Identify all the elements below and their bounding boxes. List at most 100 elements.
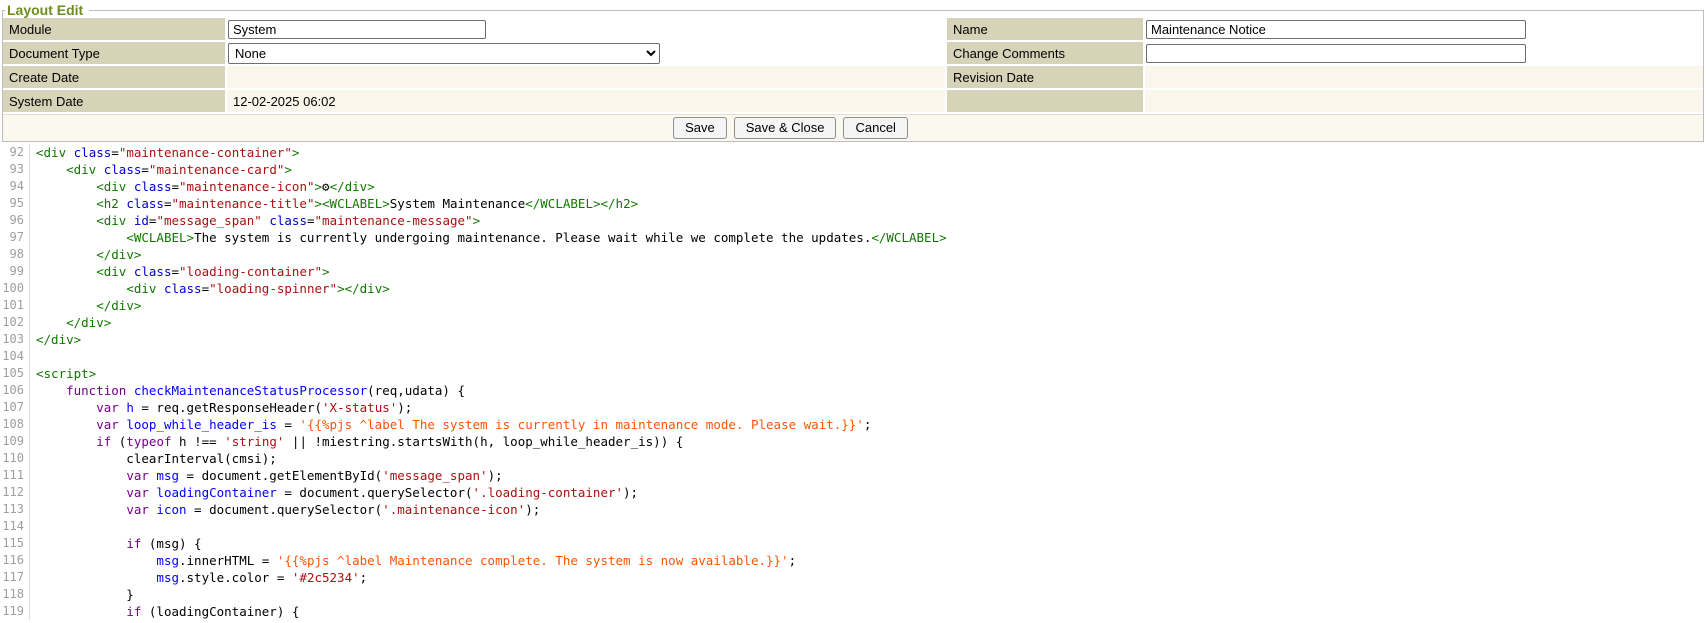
line-number: 100 bbox=[0, 280, 30, 297]
revision-date-label: Revision Date bbox=[947, 66, 1143, 88]
empty-value-cell bbox=[1145, 90, 1703, 112]
line-number: 92 bbox=[0, 144, 30, 161]
code-line[interactable]: 92<div class="maintenance-container"> bbox=[0, 144, 1706, 161]
code-line[interactable]: 116 msg.innerHTML = '{{%pjs ^label Maint… bbox=[0, 552, 1706, 569]
code-content: <div class="maintenance-container"> bbox=[30, 144, 299, 161]
line-number: 114 bbox=[0, 518, 30, 535]
code-line[interactable]: 93 <div class="maintenance-card"> bbox=[0, 161, 1706, 178]
code-content: <WCLABEL>The system is currently undergo… bbox=[30, 229, 947, 246]
code-content: var loop_while_header_is = '{{%pjs ^labe… bbox=[30, 416, 871, 433]
code-content: </div> bbox=[30, 246, 141, 263]
code-line[interactable]: 104 bbox=[0, 348, 1706, 365]
form-row-doctype-comments: Document Type None Change Comments bbox=[3, 42, 1703, 64]
code-content: <div class="loading-spinner"></div> bbox=[30, 280, 390, 297]
line-number: 95 bbox=[0, 195, 30, 212]
code-content: <div class="maintenance-card"> bbox=[30, 161, 292, 178]
line-number: 103 bbox=[0, 331, 30, 348]
module-label: Module bbox=[3, 18, 225, 40]
code-line[interactable]: 114 bbox=[0, 518, 1706, 535]
code-line[interactable]: 102 </div> bbox=[0, 314, 1706, 331]
code-content: clearInterval(cmsi); bbox=[30, 450, 277, 467]
code-content: </div> bbox=[30, 331, 81, 348]
code-content bbox=[30, 518, 36, 535]
code-line[interactable]: 119 if (loadingContainer) { bbox=[0, 603, 1706, 620]
code-line[interactable]: 96 <div id="message_span" class="mainten… bbox=[0, 212, 1706, 229]
code-line[interactable]: 105<script> bbox=[0, 365, 1706, 382]
save-and-close-button[interactable]: Save & Close bbox=[734, 117, 837, 139]
code-editor[interactable]: 92<div class="maintenance-container">93 … bbox=[0, 144, 1706, 623]
code-content: <div class="loading-container"> bbox=[30, 263, 330, 280]
document-type-select[interactable]: None bbox=[228, 43, 660, 64]
line-number: 93 bbox=[0, 161, 30, 178]
form-buttons-bar: Save Save & Close Cancel bbox=[3, 114, 1703, 141]
line-number: 109 bbox=[0, 433, 30, 450]
name-input[interactable] bbox=[1146, 20, 1526, 39]
code-line[interactable]: 98 </div> bbox=[0, 246, 1706, 263]
line-number: 115 bbox=[0, 535, 30, 552]
code-content: function checkMaintenanceStatusProcessor… bbox=[30, 382, 465, 399]
code-content: <h2 class="maintenance-title"><WCLABEL>S… bbox=[30, 195, 638, 212]
code-content: } bbox=[30, 586, 134, 603]
create-date-value bbox=[227, 66, 945, 88]
name-label: Name bbox=[947, 18, 1143, 40]
revision-date-value bbox=[1145, 66, 1703, 88]
code-content: var h = req.getResponseHeader('X-status'… bbox=[30, 399, 412, 416]
line-number: 108 bbox=[0, 416, 30, 433]
line-number: 98 bbox=[0, 246, 30, 263]
save-button[interactable]: Save bbox=[673, 117, 727, 139]
line-number: 117 bbox=[0, 569, 30, 586]
cancel-button[interactable]: Cancel bbox=[843, 117, 907, 139]
code-line[interactable]: 117 msg.style.color = '#2c5234'; bbox=[0, 569, 1706, 586]
layout-edit-panel: Layout Edit Module Name Document Type No… bbox=[2, 2, 1704, 142]
line-number: 97 bbox=[0, 229, 30, 246]
line-number: 113 bbox=[0, 501, 30, 518]
line-number: 105 bbox=[0, 365, 30, 382]
change-comments-input[interactable] bbox=[1146, 44, 1526, 63]
layout-edit-form: Module Name Document Type None Change Co… bbox=[3, 18, 1703, 112]
code-line[interactable]: 107 var h = req.getResponseHeader('X-sta… bbox=[0, 399, 1706, 416]
line-number: 116 bbox=[0, 552, 30, 569]
code-line[interactable]: 118 } bbox=[0, 586, 1706, 603]
line-number: 106 bbox=[0, 382, 30, 399]
code-line[interactable]: 103</div> bbox=[0, 331, 1706, 348]
code-content: var msg = document.getElementById('messa… bbox=[30, 467, 503, 484]
code-line[interactable]: 95 <h2 class="maintenance-title"><WCLABE… bbox=[0, 195, 1706, 212]
system-date-value: 12-02-2025 06:02 bbox=[227, 90, 945, 112]
code-line[interactable]: 112 var loadingContainer = document.quer… bbox=[0, 484, 1706, 501]
form-row-system-date: System Date 12-02-2025 06:02 bbox=[3, 90, 1703, 112]
code-line[interactable]: 115 if (msg) { bbox=[0, 535, 1706, 552]
system-date-label: System Date bbox=[3, 90, 225, 112]
form-row-module-name: Module Name bbox=[3, 18, 1703, 40]
line-number: 112 bbox=[0, 484, 30, 501]
change-comments-label: Change Comments bbox=[947, 42, 1143, 64]
code-line[interactable]: 111 var msg = document.getElementById('m… bbox=[0, 467, 1706, 484]
line-number: 94 bbox=[0, 178, 30, 195]
line-number: 118 bbox=[0, 586, 30, 603]
code-content: var icon = document.querySelector('.main… bbox=[30, 501, 540, 518]
code-line[interactable]: 110 clearInterval(cmsi); bbox=[0, 450, 1706, 467]
code-line[interactable]: 99 <div class="loading-container"> bbox=[0, 263, 1706, 280]
line-number: 107 bbox=[0, 399, 30, 416]
code-line[interactable]: 100 <div class="loading-spinner"></div> bbox=[0, 280, 1706, 297]
code-line[interactable]: 108 var loop_while_header_is = '{{%pjs ^… bbox=[0, 416, 1706, 433]
code-content: <script> bbox=[30, 365, 96, 382]
code-content: var loadingContainer = document.querySel… bbox=[30, 484, 638, 501]
line-number: 99 bbox=[0, 263, 30, 280]
line-number: 102 bbox=[0, 314, 30, 331]
document-type-label: Document Type bbox=[3, 42, 225, 64]
code-content: msg.innerHTML = '{{%pjs ^label Maintenan… bbox=[30, 552, 796, 569]
code-line[interactable]: 97 <WCLABEL>The system is currently unde… bbox=[0, 229, 1706, 246]
code-line[interactable]: 106 function checkMaintenanceStatusProce… bbox=[0, 382, 1706, 399]
code-line[interactable]: 101 </div> bbox=[0, 297, 1706, 314]
code-content bbox=[30, 348, 36, 365]
module-input[interactable] bbox=[228, 20, 486, 39]
code-content: if (typeof h !== 'string' || !miestring.… bbox=[30, 433, 683, 450]
code-line[interactable]: 109 if (typeof h !== 'string' || !miestr… bbox=[0, 433, 1706, 450]
code-content: if (msg) { bbox=[30, 535, 202, 552]
line-number: 111 bbox=[0, 467, 30, 484]
line-number: 104 bbox=[0, 348, 30, 365]
code-line[interactable]: 113 var icon = document.querySelector('.… bbox=[0, 501, 1706, 518]
code-line[interactable]: 94 <div class="maintenance-icon">⚙</div> bbox=[0, 178, 1706, 195]
line-number: 101 bbox=[0, 297, 30, 314]
code-content: </div> bbox=[30, 314, 111, 331]
